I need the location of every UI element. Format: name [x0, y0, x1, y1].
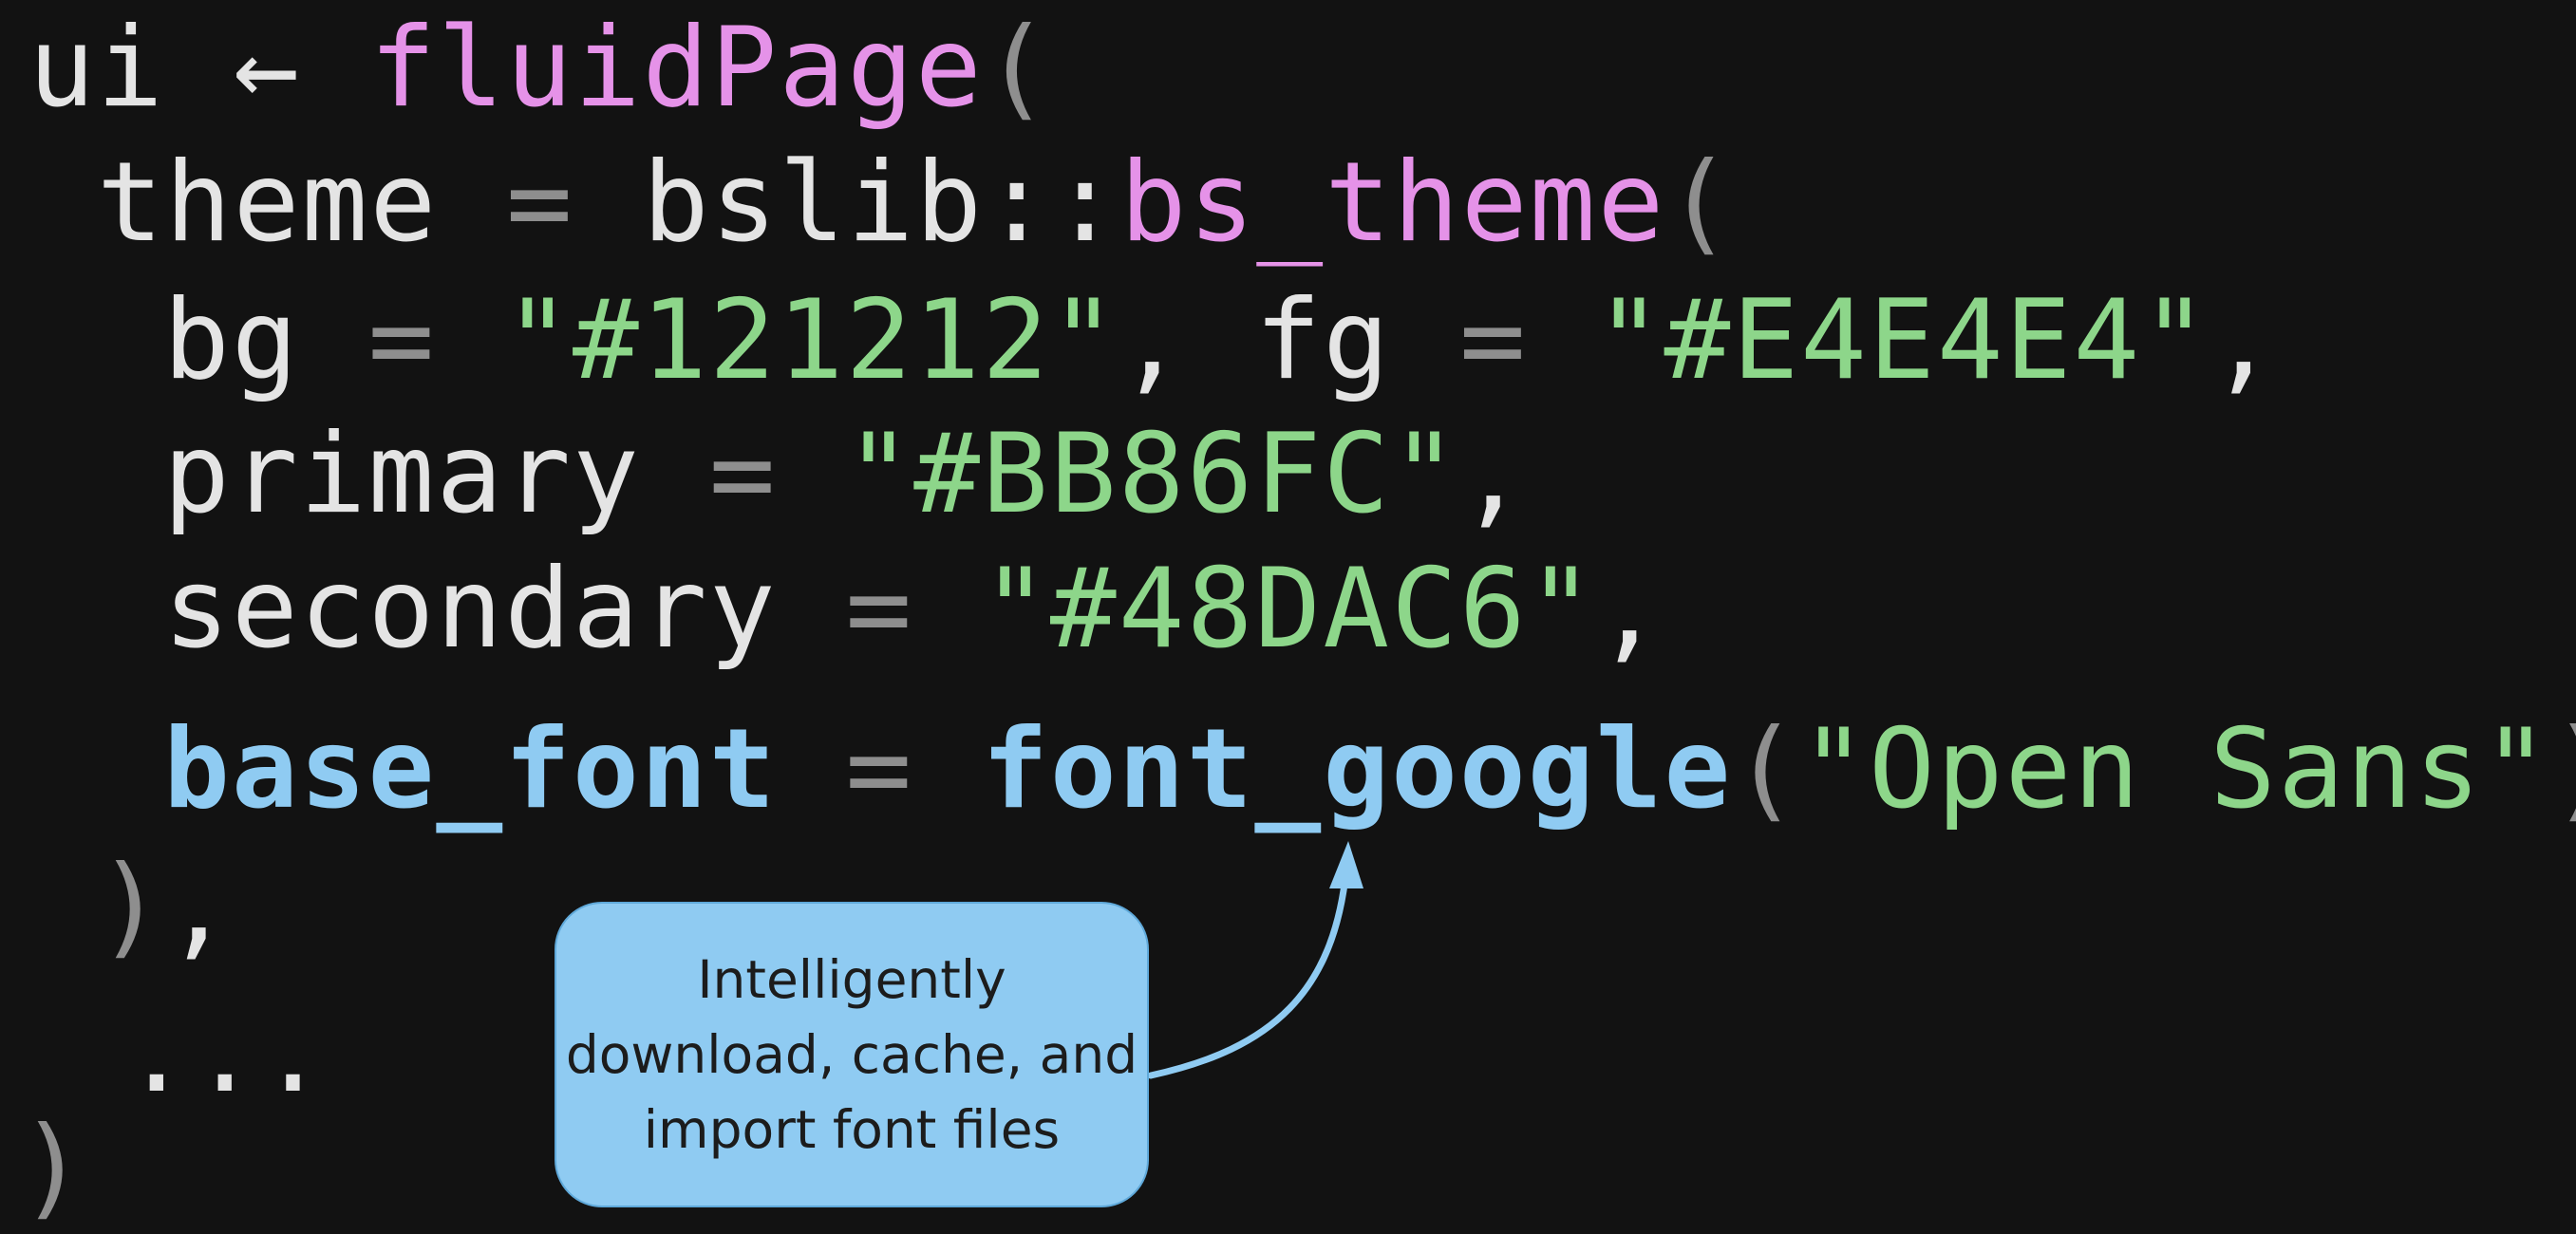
code-line-7: ),: [97, 840, 234, 973]
code-token: bs_theme: [1119, 139, 1666, 267]
code-token: "Open Sans": [1800, 705, 2551, 833]
code-token: fluidPage: [369, 4, 984, 132]
code-token: ::: [983, 139, 1120, 267]
code-block: ui ← fluidPage( theme = bslib::bs_theme(…: [0, 0, 2576, 1231]
code-token: =: [299, 276, 505, 404]
code-line-1: ui ← fluidPage(: [28, 2, 1052, 135]
code-token: (: [1732, 705, 1801, 833]
code-line-8: ...: [123, 987, 329, 1120]
code-token: "#48DAC6": [982, 545, 1596, 673]
code-token: bg: [163, 276, 300, 404]
code-token: ,: [1458, 410, 1528, 538]
code-token: font_google: [982, 705, 1733, 833]
code-token: =: [777, 705, 983, 833]
code-line-2: theme = bslib::bs_theme(: [97, 137, 1734, 270]
code-token: "#E4E4E4": [1595, 276, 2210, 404]
code-token: (: [1665, 139, 1735, 267]
code-line-5: secondary = "#48DAC6",: [163, 543, 1664, 676]
code-token: theme: [97, 139, 439, 267]
code-line-4: primary = "#BB86FC",: [163, 408, 1528, 541]
code-token: ,: [2209, 276, 2279, 404]
code-token: =: [1391, 276, 1596, 404]
code-token: ←: [233, 4, 302, 132]
code-token: bslib: [642, 139, 984, 267]
code-token: ...: [123, 989, 329, 1117]
code-token: ): [19, 1103, 87, 1231]
code-token: fg: [1254, 276, 1392, 404]
code-token: ): [97, 842, 165, 970]
callout-text: Intelligently download, cache, and impor…: [565, 948, 1138, 1160]
code-line-3: bg = "#121212", fg = "#E4E4E4",: [163, 274, 2278, 407]
code-token: =: [640, 410, 846, 538]
code-token: =: [438, 139, 643, 267]
code-token: ,: [164, 842, 234, 970]
code-token: "#121212": [504, 276, 1119, 404]
code-line-6: base_font = font_google("Open Sans"): [163, 703, 2576, 836]
code-token: (: [983, 4, 1052, 132]
code-token: "#BB86FC": [845, 410, 1459, 538]
code-token: ,: [1595, 545, 1664, 673]
code-token: ui: [28, 4, 234, 132]
code-token: =: [777, 545, 983, 673]
callout-box: Intelligently download, cache, and impor…: [555, 902, 1149, 1207]
code-token: primary: [163, 410, 641, 538]
code-token: ,: [1118, 276, 1255, 404]
code-token: base_font: [163, 705, 778, 833]
code-line-9: ): [19, 1101, 87, 1234]
code-token: ): [2550, 705, 2576, 833]
code-token: secondary: [163, 545, 778, 673]
